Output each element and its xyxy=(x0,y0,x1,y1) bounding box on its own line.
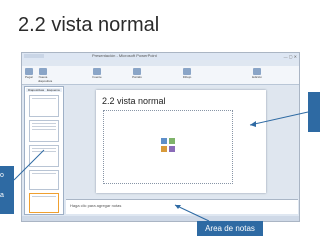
powerpoint-window: Presentación - Microsoft PowerPoint — ▢ … xyxy=(21,52,300,222)
right-callout xyxy=(308,92,320,132)
title-bar: Presentación - Microsoft PowerPoint — ▢ … xyxy=(22,53,299,60)
font-label: Fuente xyxy=(92,75,102,79)
notes-pane[interactable]: Haga clic para agregar notas xyxy=(66,199,298,214)
new-slide-icon xyxy=(39,68,47,75)
quick-access-toolbar[interactable] xyxy=(24,54,44,58)
thumb-line xyxy=(32,129,56,130)
paste-button[interactable]: Pegar xyxy=(24,68,34,79)
thumb-line xyxy=(32,151,56,152)
drawing-group[interactable]: Dibujo xyxy=(182,68,192,79)
media-icon[interactable] xyxy=(169,146,175,152)
notes-placeholder: Haga clic para agregar notas xyxy=(70,203,122,208)
slides-panel: Diapositivas Esquema xyxy=(24,86,64,215)
shapes-icon xyxy=(183,68,191,75)
paste-icon xyxy=(25,68,33,75)
drawing-label: Dibujo xyxy=(182,75,192,79)
window-controls[interactable]: — ▢ ✕ xyxy=(284,54,297,59)
content-placeholder[interactable] xyxy=(103,110,233,184)
paragraph-icon xyxy=(133,68,141,75)
thumb-line xyxy=(32,173,56,174)
notes-callout: Area de notas xyxy=(197,221,263,236)
new-slide-label: Nueva diapositiva xyxy=(38,75,53,83)
current-slide[interactable]: 2.2 vista normal xyxy=(96,90,266,193)
find-icon xyxy=(253,68,261,75)
font-group[interactable]: Fuente xyxy=(92,68,102,79)
new-slide-button[interactable]: Nueva diapositiva xyxy=(38,68,52,83)
slide-editing-area: 2.2 vista normal xyxy=(66,86,298,197)
picture-icon[interactable] xyxy=(161,146,167,152)
editing-label: Edición xyxy=(252,75,262,79)
slide-thumbnail[interactable] xyxy=(29,145,59,167)
left-callout-text-1: o xyxy=(0,172,4,179)
thumb-line xyxy=(32,148,56,149)
left-callout: o a xyxy=(0,166,14,214)
chart-icon[interactable] xyxy=(169,138,175,144)
slide-thumbnail[interactable] xyxy=(29,170,59,190)
font-icon xyxy=(93,68,101,75)
paste-label: Pegar xyxy=(24,75,33,79)
thumb-line xyxy=(32,126,56,127)
tab-esquema[interactable]: Esquema xyxy=(45,88,62,92)
left-callout-text-2: a xyxy=(0,192,4,199)
thumb-line xyxy=(32,123,56,124)
slide-heading[interactable]: 2.2 vista normal xyxy=(102,96,166,106)
slide-thumbnail[interactable] xyxy=(29,95,59,117)
editing-group[interactable]: Edición xyxy=(252,68,262,79)
slide-thumbnail[interactable] xyxy=(29,120,59,142)
window-title: Presentación - Microsoft PowerPoint xyxy=(92,53,157,58)
slide-title: 2.2 vista normal xyxy=(18,14,160,36)
ribbon: Pegar Nueva diapositiva Fuente Párrafo D… xyxy=(22,66,299,85)
paragraph-group[interactable]: Párrafo xyxy=(132,68,142,79)
paragraph-label: Párrafo xyxy=(132,75,142,79)
thumb-line xyxy=(32,196,56,197)
thumb-line xyxy=(32,98,56,99)
table-icon[interactable] xyxy=(161,138,167,144)
slide-thumbnail-selected[interactable] xyxy=(29,193,59,213)
tab-diapositivas[interactable]: Diapositivas xyxy=(26,88,47,92)
insert-content-icons[interactable] xyxy=(161,138,177,154)
